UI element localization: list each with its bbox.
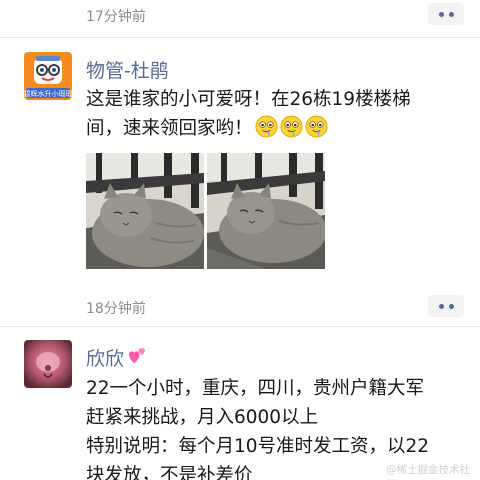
more-dot-icon bbox=[438, 11, 444, 17]
post-text-line: 赶紧来挑战，月入6000以上 bbox=[86, 407, 319, 428]
drooling-face-emoji-icon bbox=[254, 115, 278, 138]
avatar-caption: 碧辉水升小瑕瑕 bbox=[24, 89, 72, 98]
post-text-line: 间，速来领回家哟！ bbox=[86, 114, 456, 143]
post-text: 这是谁家的小可爱呀！在26栋19楼楼梯 间，速来领回家哟！ bbox=[86, 85, 456, 143]
more-dot-icon bbox=[448, 303, 454, 309]
post-text-line: 22一个小时，重庆，四川，贵州户籍大军 bbox=[86, 378, 425, 399]
post-meta: 18分钟前 bbox=[0, 292, 480, 322]
author-name[interactable]: 欣欣 bbox=[86, 344, 148, 371]
avatar[interactable]: 碧辉水升小瑕瑕 bbox=[24, 52, 72, 100]
drooling-face-emoji-icon bbox=[304, 115, 328, 138]
more-button[interactable] bbox=[428, 295, 464, 317]
divider bbox=[0, 37, 480, 38]
cat-photo-1[interactable] bbox=[86, 153, 204, 269]
drooling-face-emoji-icon bbox=[279, 115, 303, 138]
more-dot-icon bbox=[448, 11, 454, 17]
post-meta: 17分钟前 bbox=[0, 0, 480, 30]
post-time: 17分钟前 bbox=[86, 9, 146, 25]
pink-hearts-icon bbox=[126, 345, 148, 367]
post-text-line: 这是谁家的小可爱呀！在26栋19楼楼梯 bbox=[86, 89, 411, 110]
post-text-line: 特别说明：每个月10号准时发工资，以22 bbox=[86, 436, 430, 457]
avatar[interactable] bbox=[24, 340, 72, 388]
divider bbox=[0, 326, 480, 327]
author-name[interactable]: 物管-杜鹃 bbox=[86, 56, 169, 83]
moments-feed: 17分钟前 碧辉水升小瑕瑕 物管-杜鹃 这是谁家的小可爱呀！在26栋19楼楼梯 … bbox=[0, 0, 480, 480]
more-dot-icon bbox=[438, 303, 444, 309]
watermark: @稀土掘金技术社区 bbox=[386, 464, 470, 480]
post-time: 18分钟前 bbox=[86, 301, 146, 317]
cat-photo-2[interactable] bbox=[207, 153, 325, 269]
more-button[interactable] bbox=[428, 3, 464, 25]
